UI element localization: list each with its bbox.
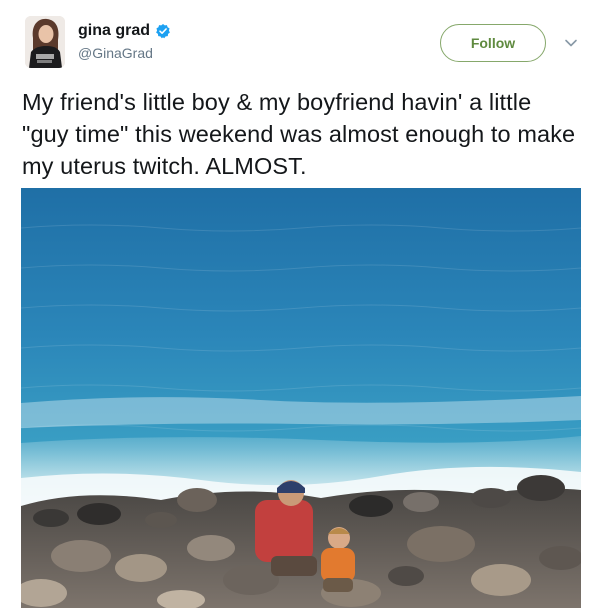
author-name-row: gina grad — [78, 21, 171, 41]
author-handle[interactable]: @GinaGrad — [78, 44, 153, 62]
author-display-name[interactable]: gina grad — [78, 21, 150, 41]
avatar[interactable] — [25, 16, 65, 68]
avatar-image — [25, 16, 65, 68]
follow-button[interactable]: Follow — [440, 24, 546, 62]
tweet-text: My friend's little boy & my boyfriend ha… — [22, 89, 576, 179]
photo-beach — [21, 188, 581, 608]
tweet-header: gina grad @GinaGrad Follow — [0, 0, 595, 80]
chevron-down-icon[interactable] — [564, 38, 578, 48]
tweet-photo[interactable] — [21, 188, 581, 608]
verified-badge-icon — [155, 23, 171, 39]
